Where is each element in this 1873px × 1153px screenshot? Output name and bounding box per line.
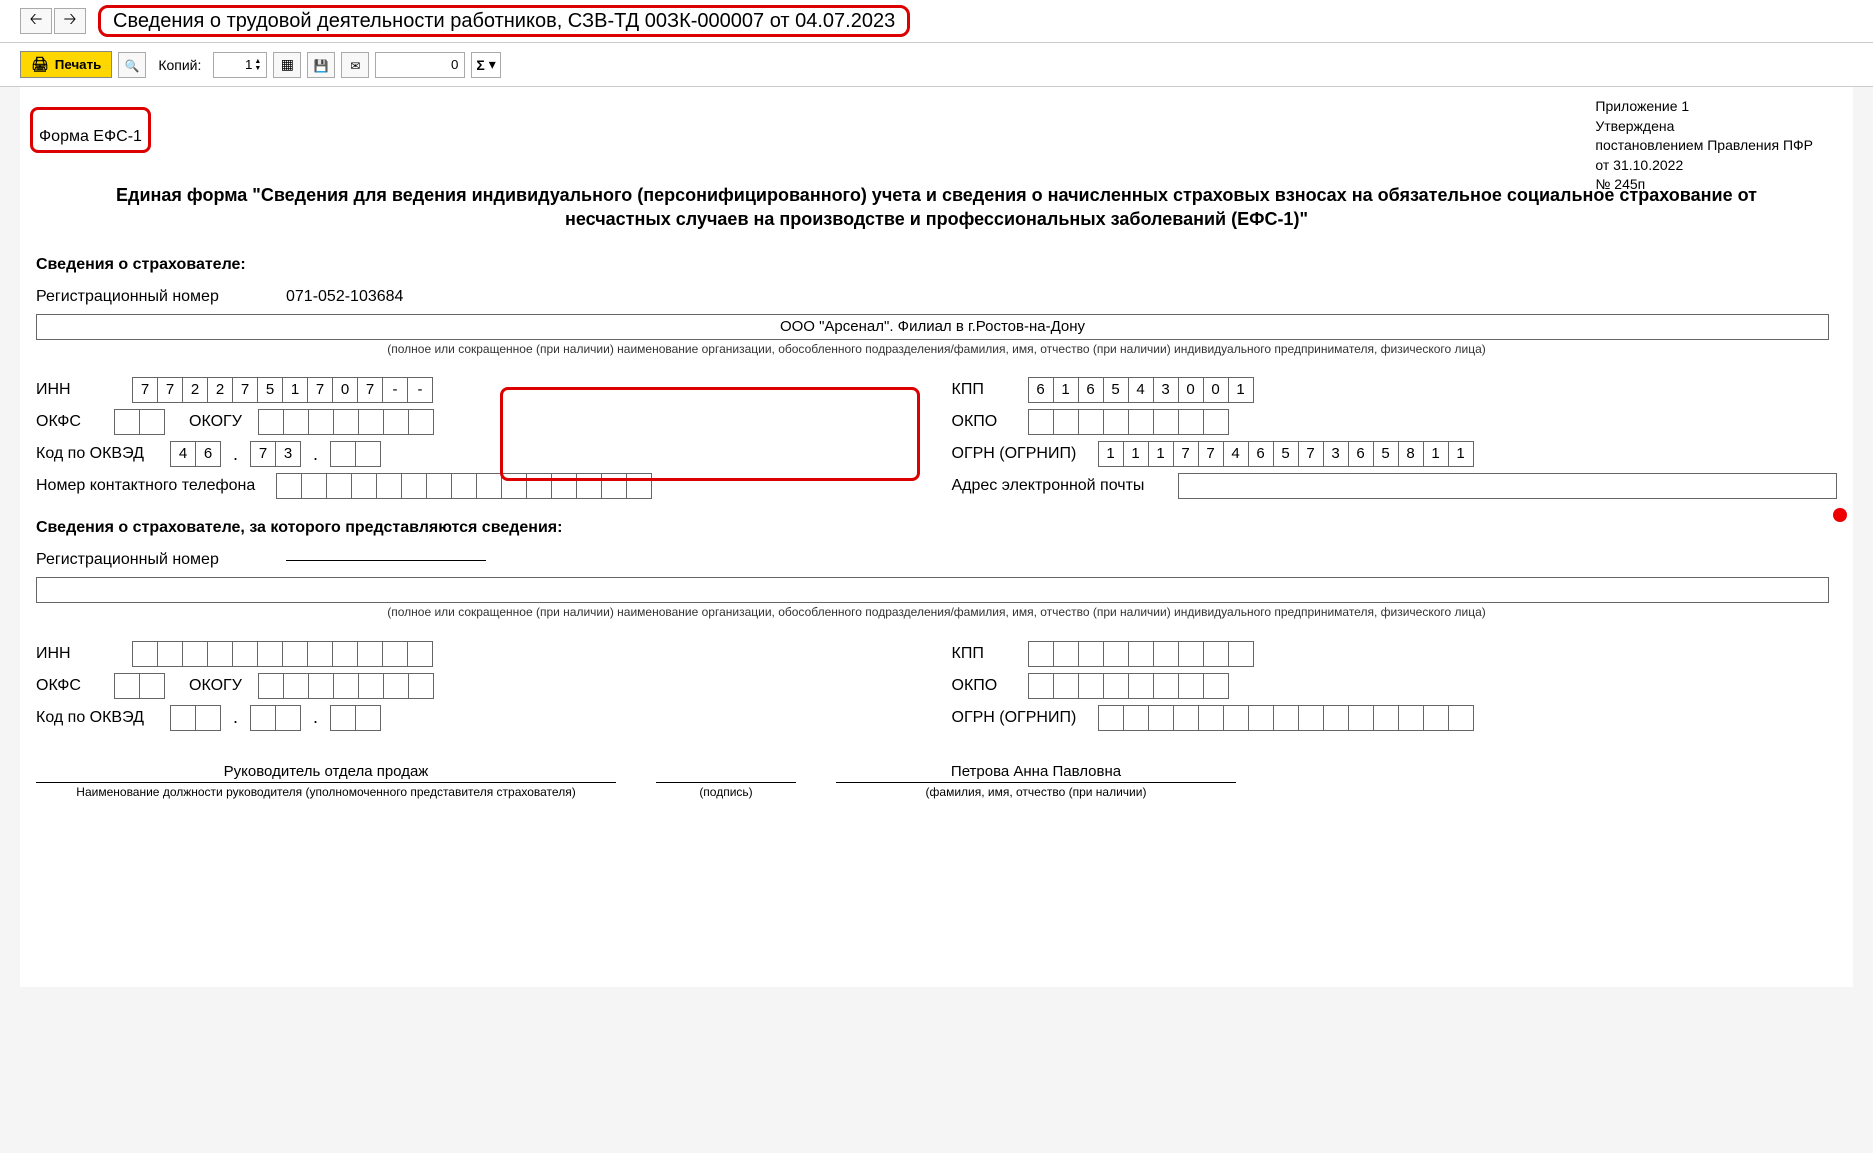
okved-cells-3[interactable] bbox=[330, 441, 381, 467]
printer-icon bbox=[31, 56, 49, 73]
reg-number-label-2: Регистрационный номер bbox=[36, 551, 236, 569]
sum-dropdown[interactable]: ▾ bbox=[471, 52, 500, 78]
okfs-label: ОКФС bbox=[36, 413, 98, 431]
toolbar: Печать Копий: ▲▼ ▾ bbox=[0, 43, 1873, 87]
kpp-cells[interactable]: 616543001 bbox=[1028, 377, 1254, 403]
okpo-label-2: ОКПО bbox=[952, 677, 1012, 695]
okved-label-2: Код по ОКВЭД bbox=[36, 709, 154, 727]
reg-number-field-2[interactable] bbox=[286, 560, 486, 561]
copies-spinner[interactable]: ▲▼ bbox=[213, 52, 267, 78]
mail-icon bbox=[350, 57, 360, 73]
ogrn-label: ОГРН (ОГРНИП) bbox=[952, 445, 1082, 463]
sig-signature bbox=[656, 761, 796, 783]
okogu-cells[interactable] bbox=[258, 409, 434, 435]
inn-cells[interactable]: 7722751707-- bbox=[132, 377, 433, 403]
ogrn-label-2: ОГРН (ОГРНИП) bbox=[952, 709, 1082, 727]
okfs-cells-2[interactable] bbox=[114, 673, 165, 699]
phone-cells[interactable] bbox=[276, 473, 652, 499]
okved-cells-1b[interactable] bbox=[170, 705, 221, 731]
email-input[interactable] bbox=[1178, 473, 1838, 499]
kpp-label-2: КПП bbox=[952, 645, 1012, 663]
okogu-label: ОКОГУ bbox=[189, 413, 242, 431]
approval-line: Утверждена bbox=[1595, 117, 1813, 137]
inn-label: ИНН bbox=[36, 381, 116, 399]
okved-dot: . bbox=[313, 444, 318, 465]
okpo-cells-2[interactable] bbox=[1028, 673, 1229, 699]
back-button[interactable]: 🡠 bbox=[20, 8, 52, 34]
sig-position: Руководитель отдела продаж bbox=[36, 761, 616, 783]
sig-position-caption: Наименование должности руководителя (упо… bbox=[36, 785, 616, 799]
reg-number-label: Регистрационный номер bbox=[36, 288, 236, 306]
email-label: Адрес электронной почты bbox=[952, 477, 1162, 495]
okfs-label-2: ОКФС bbox=[36, 677, 98, 695]
kpp-label: КПП bbox=[952, 381, 1012, 399]
grid-toggle-button[interactable] bbox=[273, 52, 301, 78]
sig-sign-caption: (подпись) bbox=[656, 785, 796, 799]
document-area: Приложение 1 Утверждена постановлением П… bbox=[20, 87, 1853, 987]
okved-cells-2b[interactable] bbox=[250, 705, 301, 731]
ogrn-cells-2[interactable] bbox=[1098, 705, 1474, 731]
copies-input[interactable] bbox=[216, 57, 252, 72]
okfs-cells[interactable] bbox=[114, 409, 165, 435]
okpo-label: ОКПО bbox=[952, 413, 1012, 431]
approval-line: № 245п bbox=[1595, 175, 1813, 195]
print-button[interactable]: Печать bbox=[20, 51, 112, 78]
approval-line: Приложение 1 bbox=[1595, 97, 1813, 117]
reg-number-value: 071-052-103684 bbox=[286, 288, 403, 306]
kpp-cells-2[interactable] bbox=[1028, 641, 1254, 667]
save-button[interactable] bbox=[307, 52, 335, 78]
okved-cells-1[interactable]: 46 bbox=[170, 441, 221, 467]
section-insurer: Сведения о страхователе: bbox=[36, 256, 1843, 274]
grid-icon bbox=[281, 56, 294, 73]
spinner-arrows[interactable]: ▲▼ bbox=[254, 58, 261, 72]
copies-label: Копий: bbox=[158, 57, 201, 73]
header-bar: 🡠 🡢 Сведения о трудовой деятельности раб… bbox=[0, 0, 1873, 43]
page-title: Сведения о трудовой деятельности работни… bbox=[98, 10, 910, 33]
org-caption: (полное или сокращенное (при наличии) на… bbox=[30, 342, 1843, 358]
form-name: Форма ЕФС-1 bbox=[30, 107, 151, 153]
inn-label-2: ИНН bbox=[36, 645, 116, 663]
okogu-cells-2[interactable] bbox=[258, 673, 434, 699]
phone-label: Номер контактного телефона bbox=[36, 477, 260, 495]
number-input[interactable] bbox=[375, 52, 465, 78]
main-title: Единая форма "Сведения для ведения индив… bbox=[70, 183, 1803, 232]
okpo-cells[interactable] bbox=[1028, 409, 1229, 435]
email-button[interactable] bbox=[341, 52, 369, 78]
ogrn-cells[interactable]: 111774657365811 bbox=[1098, 441, 1474, 467]
approval-line: постановлением Правления ПФР bbox=[1595, 136, 1813, 156]
okved-cells-3b[interactable] bbox=[330, 705, 381, 731]
org-name-field[interactable]: ООО "Арсенал". Филиал в г.Ростов-на-Дону bbox=[36, 314, 1829, 340]
section-insurer2: Сведения о страхователе, за которого пре… bbox=[36, 519, 1843, 537]
signature-row: Руководитель отдела продаж Наименование … bbox=[36, 761, 1837, 799]
red-dot-marker bbox=[1833, 508, 1847, 522]
org-name-field-2[interactable] bbox=[36, 577, 1829, 603]
inn-cells-2[interactable] bbox=[132, 641, 433, 667]
okved-dot: . bbox=[233, 707, 238, 728]
okved-cells-2[interactable]: 73 bbox=[250, 441, 301, 467]
okogu-label-2: ОКОГУ bbox=[189, 677, 242, 695]
okved-dot: . bbox=[313, 707, 318, 728]
org-caption-2: (полное или сокращенное (при наличии) на… bbox=[30, 605, 1843, 621]
forward-button[interactable]: 🡢 bbox=[54, 8, 86, 34]
approval-line: от 31.10.2022 bbox=[1595, 156, 1813, 176]
sig-name: Петрова Анна Павловна bbox=[836, 761, 1236, 783]
okved-dot: . bbox=[233, 444, 238, 465]
search-icon bbox=[125, 57, 140, 73]
save-icon bbox=[314, 57, 329, 73]
approval-block: Приложение 1 Утверждена постановлением П… bbox=[1595, 97, 1813, 195]
print-label: Печать bbox=[55, 57, 102, 72]
okved-label: Код по ОКВЭД bbox=[36, 445, 154, 463]
title-highlight: Сведения о трудовой деятельности работни… bbox=[98, 5, 910, 37]
sigma-icon bbox=[476, 57, 484, 73]
sig-name-caption: (фамилия, имя, отчество (при наличии) bbox=[836, 785, 1236, 799]
preview-button[interactable] bbox=[118, 52, 146, 78]
dropdown-arrow-icon: ▾ bbox=[489, 56, 496, 73]
